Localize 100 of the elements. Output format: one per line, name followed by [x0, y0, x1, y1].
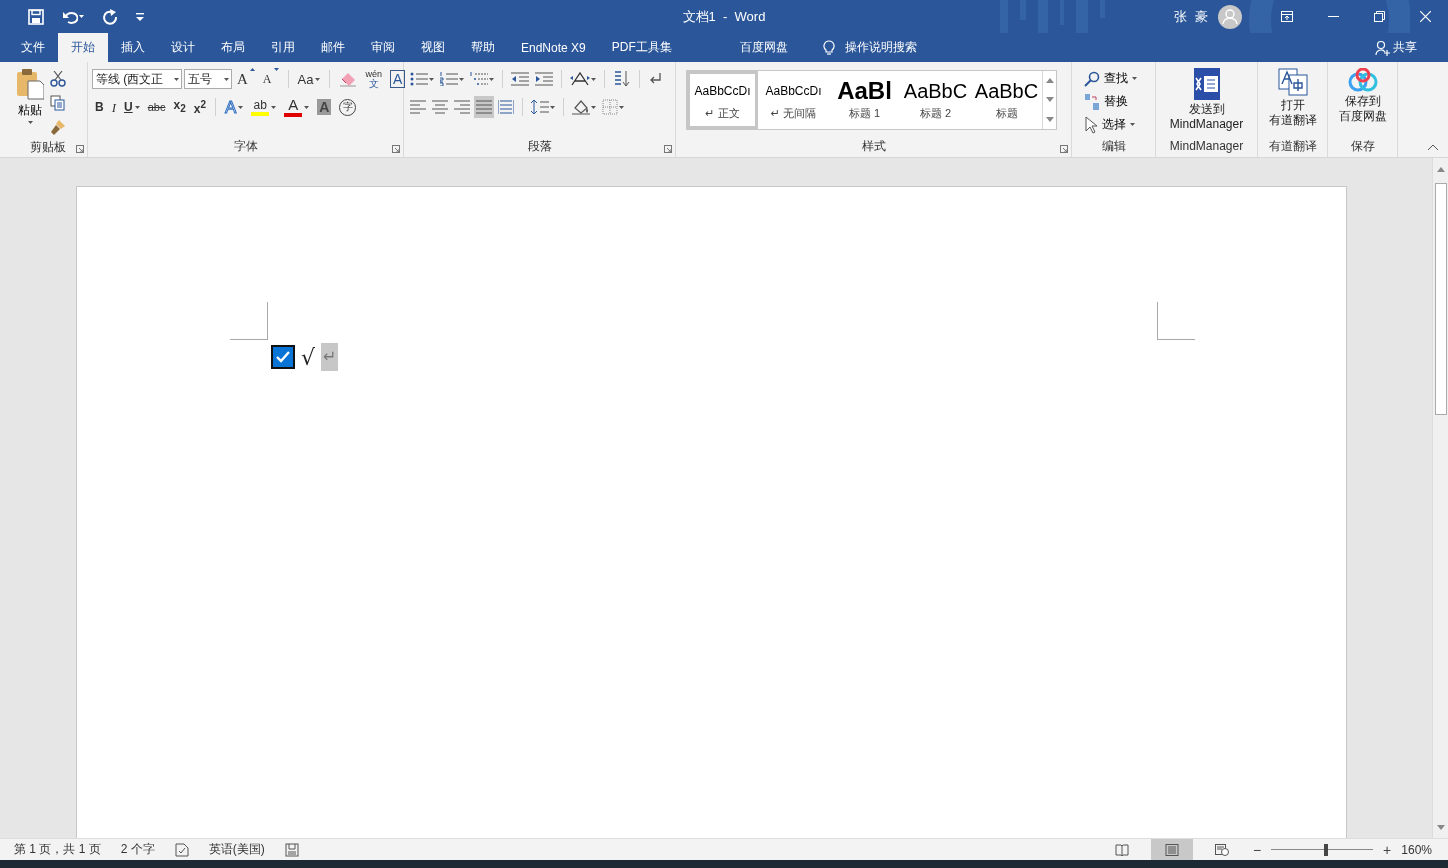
lightbulb-icon[interactable]	[822, 39, 835, 56]
copy-icon	[50, 95, 66, 111]
change-case-button[interactable]: Aa	[294, 68, 324, 90]
youdao-translate-button[interactable]: 打开 有道翻译	[1262, 68, 1323, 137]
save-to-cloud-button[interactable]: 保存到 百度网盘	[1332, 68, 1393, 137]
caret-icon	[27, 121, 33, 124]
proofing-icon[interactable]	[174, 842, 189, 857]
italic-button[interactable]: I	[108, 96, 119, 118]
print-layout-icon	[1164, 843, 1179, 856]
ribbon-tab[interactable]: PDF工具集	[598, 33, 685, 62]
ribbon-tab[interactable]: EndNote X9	[508, 33, 599, 62]
bullet-list-icon	[410, 72, 428, 86]
word-count[interactable]: 2 个字	[120, 841, 155, 858]
read-mode-icon	[1114, 843, 1129, 856]
ribbon-tab[interactable]: 帮助	[458, 33, 508, 62]
underline-button[interactable]: U	[121, 96, 143, 118]
shrink-font-button[interactable]: A	[259, 68, 282, 90]
group-label: 保存	[1350, 138, 1375, 155]
save-icon	[28, 8, 44, 25]
superscript-button[interactable]: x$^{2}$	[190, 96, 209, 118]
scissors-icon	[50, 71, 66, 87]
dialog-launcher-icon[interactable]	[664, 145, 672, 153]
dialog-launcher-icon[interactable]	[392, 145, 400, 153]
scroll-down-icon	[1045, 97, 1054, 103]
tell-me-search[interactable]: 操作说明搜索	[844, 39, 917, 56]
page-count[interactable]: 第 1 页，共 1 页	[14, 841, 101, 858]
share-button[interactable]: 共享	[1362, 33, 1430, 62]
group-label: 样式	[861, 138, 886, 155]
close-icon	[1419, 11, 1431, 22]
translate-icon	[1277, 68, 1308, 96]
ribbon-tab[interactable]: 文件	[8, 33, 58, 62]
ribbon-tab[interactable]: 邮件	[308, 33, 358, 62]
ribbon-tab[interactable]: 视图	[408, 33, 458, 62]
distributed-icon	[498, 100, 514, 114]
ribbon-tab[interactable]: 百度网盘	[726, 33, 801, 62]
ribbon-tab[interactable]: 引用	[258, 33, 308, 62]
caret-icon	[591, 77, 596, 81]
caret-icon	[136, 12, 144, 21]
scroll-up-icon	[1436, 166, 1445, 172]
font-name-field[interactable]: 等线 (西文正	[92, 69, 182, 89]
ribbon-tab[interactable]: 插入	[108, 33, 158, 62]
font-color-button[interactable]: A	[281, 96, 313, 118]
ribbon-tab[interactable]: 审阅	[358, 33, 408, 62]
subscript-button[interactable]: x$_{2}$	[170, 96, 189, 118]
window-title: 文档1 - Word	[682, 9, 766, 24]
zoom-out-button[interactable]: −	[1250, 841, 1264, 858]
line-spacing-icon	[531, 99, 549, 115]
dialog-launcher-icon[interactable]	[1060, 145, 1068, 153]
user-name: 张 豪	[1174, 7, 1210, 26]
checkbox[interactable]	[271, 345, 295, 369]
print-layout-button[interactable]	[1150, 839, 1193, 860]
paragraph-mark-icon	[648, 72, 662, 86]
numbered-list-icon	[440, 72, 458, 86]
cursor-icon	[1084, 115, 1098, 134]
dialog-launcher-icon[interactable]	[76, 145, 84, 153]
ribbon-options-icon	[1281, 11, 1293, 22]
sort-icon	[613, 70, 631, 88]
redo-icon	[102, 8, 118, 25]
copy-button[interactable]	[48, 92, 68, 114]
align-center-icon	[432, 100, 448, 114]
select-button[interactable]: 选择	[1084, 114, 1137, 135]
cloud-rings-icon	[1347, 68, 1378, 92]
scroll-down-icon	[1436, 824, 1445, 830]
zoom-in-button[interactable]: +	[1381, 841, 1394, 858]
caret-icon	[550, 105, 555, 109]
restore-icon	[1373, 11, 1385, 22]
caret-icon	[459, 77, 464, 81]
replace-button[interactable]: 替换	[1084, 91, 1137, 112]
language-indicator[interactable]: 英语(美国)	[208, 841, 265, 858]
style-item[interactable]: AaBbCcDı ↵ 正文	[687, 71, 758, 129]
justify-icon	[476, 100, 492, 114]
eraser-icon	[339, 71, 358, 87]
ribbon-tab[interactable]: 开始	[58, 33, 108, 62]
ribbon-tab[interactable]: 布局	[208, 33, 258, 62]
caret-icon	[79, 15, 84, 18]
caret-icon	[224, 77, 229, 81]
minimize-icon	[1327, 16, 1339, 17]
bold-button[interactable]: B	[92, 96, 107, 118]
grow-font-button[interactable]: A	[234, 68, 258, 90]
crop-mark	[230, 302, 268, 340]
caret-icon	[489, 77, 494, 81]
group-label: 段落	[527, 138, 552, 155]
font-size-field[interactable]: 五号	[184, 69, 232, 89]
collapse-ribbon-icon[interactable]	[1428, 144, 1438, 150]
group-label: 编辑	[1101, 138, 1126, 155]
paste-button[interactable]: 粘贴	[12, 68, 48, 138]
text-direction-icon	[570, 72, 590, 86]
person-add-icon	[1375, 39, 1391, 56]
find-button[interactable]: 查找	[1084, 68, 1137, 89]
ribbon-tab[interactable]: 设计	[158, 33, 208, 62]
highlight-button[interactable]: ab	[248, 96, 280, 118]
strikethrough-button[interactable]: abc	[144, 96, 169, 118]
send-to-mindmanager-button[interactable]: 发送到 MindManager	[1163, 68, 1250, 137]
scrollbar-thumb[interactable]	[1434, 183, 1447, 415]
cut-button[interactable]	[48, 68, 68, 90]
phonetic-guide-button[interactable]: wén 文	[362, 68, 385, 90]
macro-recording-icon[interactable]	[284, 842, 299, 857]
zoom-level[interactable]: 160%	[1401, 842, 1432, 857]
zoom-slider-thumb[interactable]	[1324, 843, 1329, 856]
avatar-icon[interactable]	[1218, 4, 1242, 29]
